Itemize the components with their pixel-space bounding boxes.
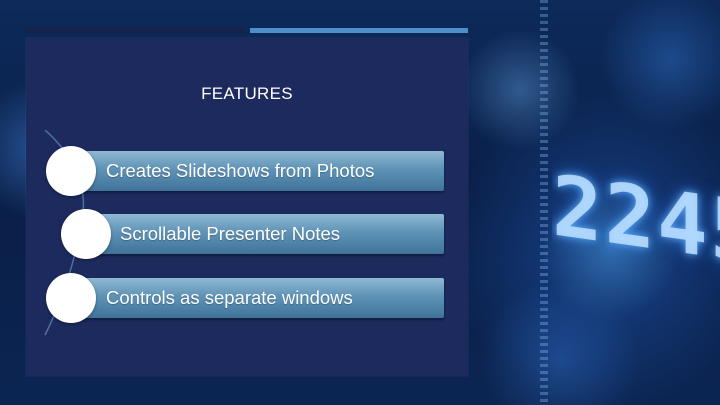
feature-bar-1: Creates Slideshows from Photos (74, 151, 444, 191)
accent-bar-left (26, 28, 244, 33)
white-circle-icon (46, 273, 96, 323)
led-board-column (540, 0, 548, 405)
feature-label-2: Scrollable Presenter Notes (120, 223, 341, 244)
feature-bar-2: Scrollable Presenter Notes (88, 214, 444, 254)
slide-title: FEATURES (201, 84, 293, 103)
feature-bar-3: Controls as separate windows (74, 278, 444, 318)
accent-bar-right (250, 28, 468, 33)
white-circle-icon (61, 209, 111, 259)
feature-label-3: Controls as separate windows (106, 287, 353, 308)
feature-label-1: Creates Slideshows from Photos (106, 160, 375, 181)
led-board-digits: 2245 (552, 156, 720, 284)
white-circle-icon (46, 146, 96, 196)
